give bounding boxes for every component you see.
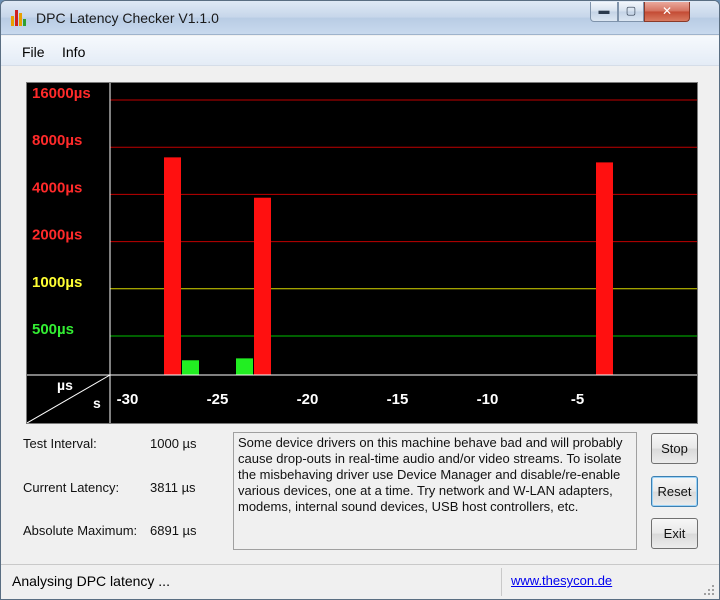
x-tick-label: -10 bbox=[477, 391, 499, 408]
absolute-maximum-label: Absolute Maximum: bbox=[23, 523, 138, 538]
reset-button[interactable]: Reset bbox=[651, 476, 698, 507]
menu-info[interactable]: Info bbox=[62, 44, 85, 60]
latency-chart: 16000µs 8000µs 4000µs 2000µs 1000µs 500µs µs s -… bbox=[26, 82, 698, 424]
test-interval-value: 1000 µs bbox=[150, 436, 197, 451]
y-tick-label: 8000µs bbox=[32, 132, 82, 149]
app-bars-icon bbox=[11, 10, 29, 26]
minimize-button[interactable]: ▬ bbox=[590, 2, 618, 22]
latency-bar bbox=[182, 360, 199, 375]
test-interval-label: Test Interval: bbox=[23, 436, 97, 451]
menu-file[interactable]: File bbox=[22, 44, 45, 60]
app-window: DPC Latency Checker V1.1.0 ▬ ▢ ✕ File In… bbox=[0, 0, 720, 600]
y-tick-label: 2000µs bbox=[32, 227, 82, 244]
x-tick-label: -25 bbox=[207, 391, 229, 408]
current-latency-label: Current Latency: bbox=[23, 480, 120, 495]
y-tick-label: 1000µs bbox=[32, 274, 82, 291]
maximize-button[interactable]: ▢ bbox=[618, 2, 644, 22]
stop-button[interactable]: Stop bbox=[651, 433, 698, 464]
absolute-maximum-value: 6891 µs bbox=[150, 523, 197, 538]
status-text: Analysing DPC latency ... bbox=[12, 573, 170, 589]
current-latency-value: 3811 µs bbox=[150, 480, 196, 495]
latency-chart-svg: 16000µs8000µs4000µs2000µs1000µs500µsµss -… bbox=[27, 83, 697, 423]
y-unit-label: µs bbox=[57, 377, 73, 393]
latency-bar bbox=[164, 157, 181, 375]
diagnosis-message: Some device drivers on this machine beha… bbox=[233, 432, 637, 550]
status-separator bbox=[501, 568, 502, 596]
website-link[interactable]: www.thesycon.de bbox=[511, 573, 612, 588]
x-tick-label: -15 bbox=[387, 391, 409, 408]
x-tick-label: -20 bbox=[297, 391, 319, 408]
latency-bar bbox=[596, 162, 613, 375]
resize-grip-icon[interactable] bbox=[703, 584, 715, 596]
latency-bar bbox=[254, 197, 271, 375]
menu-bar: File Info bbox=[1, 36, 719, 66]
exit-button[interactable]: Exit bbox=[651, 518, 698, 549]
x-unit-label: s bbox=[93, 395, 101, 411]
y-tick-label: 500µs bbox=[32, 321, 74, 338]
y-tick-label: 16000µs bbox=[32, 85, 91, 102]
y-tick-label: 4000µs bbox=[32, 179, 82, 196]
status-bar: Analysing DPC latency ... www.thesycon.d… bbox=[1, 564, 719, 599]
close-button[interactable]: ✕ bbox=[644, 2, 690, 22]
x-tick-label: -30 bbox=[117, 391, 139, 408]
latency-bar bbox=[236, 358, 253, 375]
window-title: DPC Latency Checker V1.1.0 bbox=[36, 10, 219, 26]
x-tick-label: -5 bbox=[571, 391, 584, 408]
title-bar[interactable]: DPC Latency Checker V1.1.0 ▬ ▢ ✕ bbox=[1, 1, 719, 35]
